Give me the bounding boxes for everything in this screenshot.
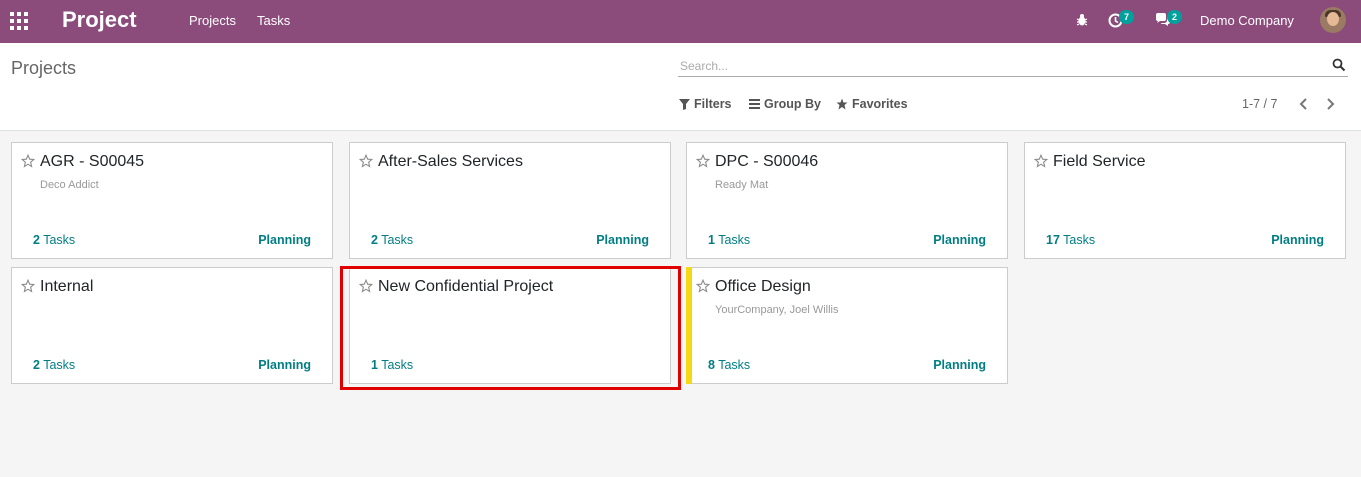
control-panel: Projects Filters Group By Favorites 1-7 …: [0, 43, 1361, 131]
project-card[interactable]: AGR - S00045 Deco Addict 2 Tasks Plannin…: [11, 142, 333, 259]
favorite-star-icon[interactable]: [359, 279, 373, 293]
tasks-link[interactable]: 1 Tasks: [371, 358, 413, 372]
breadcrumb: Projects: [11, 58, 77, 78]
tasks-label: Tasks: [381, 233, 414, 247]
project-name: Field Service: [1053, 153, 1146, 170]
project-card[interactable]: After-Sales Services 2 Tasks Planning: [349, 142, 671, 259]
favorite-star-icon[interactable]: [696, 279, 710, 293]
planning-link[interactable]: Planning: [933, 233, 986, 247]
tasks-link[interactable]: 2 Tasks: [371, 233, 413, 247]
project-card[interactable]: Field Service 17 Tasks Planning: [1024, 142, 1346, 259]
project-card[interactable]: DPC - S00046 Ready Mat 1 Tasks Planning: [686, 142, 1008, 259]
planning-link[interactable]: Planning: [596, 233, 649, 247]
message-count-badge: 2: [1167, 10, 1182, 24]
pager-value[interactable]: 1-7 / 7: [1242, 97, 1277, 111]
tasks-link[interactable]: 2 Tasks: [33, 233, 75, 247]
debug-bug-icon[interactable]: [1075, 13, 1089, 27]
company-switcher[interactable]: Demo Company: [1200, 13, 1294, 28]
favorite-star-icon[interactable]: [359, 154, 373, 168]
project-card[interactable]: Internal 2 Tasks Planning: [11, 267, 333, 384]
planning-link[interactable]: Planning: [1271, 233, 1324, 247]
star-icon: [836, 98, 848, 110]
search-icon[interactable]: [1332, 58, 1346, 72]
planning-link[interactable]: Planning: [258, 358, 311, 372]
tasks-label: Tasks: [718, 233, 751, 247]
group-by-label: Group By: [764, 97, 821, 111]
app-menu-icon[interactable]: [10, 12, 30, 30]
pager-next-icon[interactable]: [1322, 96, 1338, 112]
planning-link[interactable]: Planning: [933, 358, 986, 372]
tasks-count: 2: [33, 358, 40, 372]
project-customer: YourCompany, Joel Willis: [715, 304, 839, 316]
user-avatar[interactable]: [1320, 7, 1346, 33]
tasks-label: Tasks: [1063, 233, 1096, 247]
favorites-label: Favorites: [852, 97, 908, 111]
tasks-count: 2: [33, 233, 40, 247]
tasks-count: 1: [371, 358, 378, 372]
filters-button[interactable]: Filters: [679, 97, 732, 111]
tasks-link[interactable]: 8 Tasks: [708, 358, 750, 372]
favorite-star-icon[interactable]: [696, 154, 710, 168]
tasks-count: 17: [1046, 233, 1060, 247]
favorite-star-icon[interactable]: [1034, 154, 1048, 168]
favorite-star-icon[interactable]: [21, 279, 35, 293]
favorite-star-icon[interactable]: [21, 154, 35, 168]
favorites-button[interactable]: Favorites: [836, 97, 908, 111]
project-customer: Ready Mat: [715, 179, 769, 191]
project-customer: Deco Addict: [40, 179, 99, 191]
tasks-count: 1: [708, 233, 715, 247]
project-card[interactable]: Office Design YourCompany, Joel Willis 8…: [686, 267, 1008, 384]
project-card[interactable]: New Confidential Project 1 Tasks: [349, 267, 671, 384]
list-icon: [749, 99, 760, 109]
project-name: DPC - S00046: [715, 153, 819, 170]
menu-tasks[interactable]: Tasks: [257, 13, 290, 28]
search-input[interactable]: [680, 57, 1320, 75]
planning-link[interactable]: Planning: [258, 233, 311, 247]
tasks-label: Tasks: [718, 358, 751, 372]
tasks-link[interactable]: 1 Tasks: [708, 233, 750, 247]
menu-projects[interactable]: Projects: [189, 13, 236, 28]
filter-icon: [679, 98, 690, 110]
project-name: After-Sales Services: [378, 153, 523, 170]
project-name: Internal: [40, 278, 94, 295]
activity-count-badge: 7: [1119, 10, 1134, 24]
top-navbar: Project Projects Tasks 7 2 Demo Company: [0, 0, 1361, 43]
filters-label: Filters: [694, 97, 732, 111]
tasks-link[interactable]: 2 Tasks: [33, 358, 75, 372]
group-by-button[interactable]: Group By: [749, 97, 821, 111]
project-color-bar: [686, 267, 692, 384]
tasks-link[interactable]: 17 Tasks: [1046, 233, 1095, 247]
tasks-label: Tasks: [43, 358, 76, 372]
search-bar: [678, 55, 1348, 77]
tasks-label: Tasks: [381, 358, 414, 372]
tasks-count: 8: [708, 358, 715, 372]
project-name: New Confidential Project: [378, 278, 554, 295]
tasks-label: Tasks: [43, 233, 76, 247]
tasks-count: 2: [371, 233, 378, 247]
project-name: AGR - S00045: [40, 153, 145, 170]
app-title[interactable]: Project: [62, 7, 137, 33]
project-name: Office Design: [715, 278, 811, 295]
pager-previous-icon[interactable]: [1296, 96, 1312, 112]
